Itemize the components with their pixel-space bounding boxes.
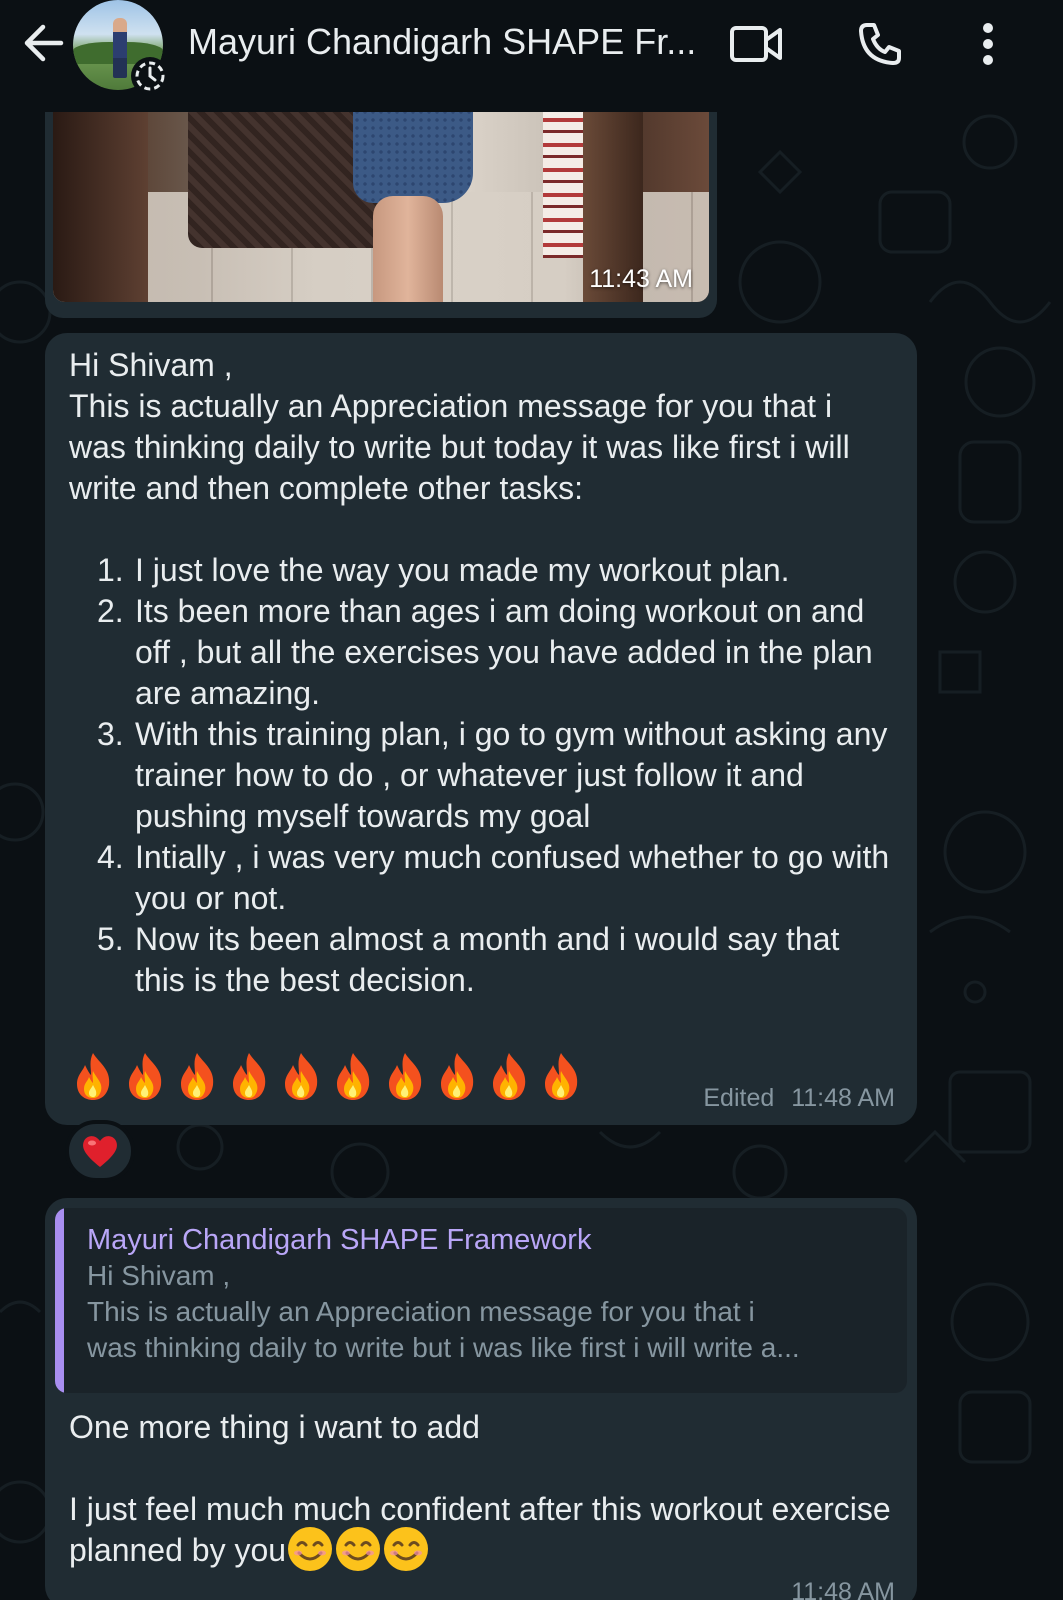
- message-intro: This is actually an Appreciation message…: [69, 388, 850, 506]
- list-item: 1. I just love the way you made my workou…: [69, 550, 895, 591]
- photo-attachment[interactable]: 11:43 AM: [53, 108, 709, 302]
- message-time: 11:48 AM: [791, 1084, 895, 1112]
- more-options-button[interactable]: [958, 16, 1018, 72]
- message-text: I just feel much much confident after th…: [69, 1489, 893, 1573]
- smiling-face-emoji-icon: [382, 1525, 430, 1573]
- numbered-list: 1. I just love the way you made my workou…: [69, 550, 895, 1001]
- fire-emoji-icon: [69, 1051, 117, 1101]
- smiling-face-emoji-icon: [286, 1525, 334, 1573]
- arrow-left-icon: [24, 24, 64, 62]
- quote-author: Mayuri Chandigarh SHAPE Framework: [87, 1224, 592, 1256]
- video-camera-icon: [730, 26, 782, 62]
- fire-emoji-icon: [277, 1051, 325, 1101]
- message-time: 11:43 AM: [589, 265, 693, 293]
- red-heart-icon: [83, 1136, 117, 1167]
- fire-emoji-row: [69, 1051, 585, 1101]
- message-text: One more thing i want to add: [69, 1409, 480, 1445]
- list-number: 4.: [97, 839, 124, 875]
- list-text: Its been more than ages i am doing worko…: [135, 593, 873, 711]
- fire-emoji-icon: [121, 1051, 169, 1101]
- status-ring-icon: [131, 57, 169, 95]
- edited-label: Edited: [703, 1084, 775, 1112]
- quote-line: was thinking daily to write but i was li…: [87, 1332, 800, 1363]
- smiling-face-emoji-icon: [334, 1525, 382, 1573]
- smile-emoji-row: [286, 1526, 430, 1571]
- reaction-badge[interactable]: [65, 1120, 135, 1182]
- list-item: 2. Its been more than ages i am doing wor…: [69, 591, 895, 714]
- contact-name[interactable]: Mayuri Chandigarh SHAPE Fr...: [188, 18, 696, 66]
- quote-line: This is actually an Appreciation message…: [87, 1296, 755, 1327]
- fire-emoji-icon: [173, 1051, 221, 1101]
- quote-line: Hi Shivam ,: [87, 1260, 231, 1291]
- list-item: 5. Now its been almost a month and i woul…: [69, 919, 895, 1001]
- list-item: 3. With this training plan, i go to gym w…: [69, 714, 895, 837]
- list-item: 4. Intially , i was very much confused wh…: [69, 837, 895, 919]
- phone-icon: [859, 23, 901, 65]
- chat-header: Mayuri Chandigarh SHAPE Fr...: [0, 0, 1063, 112]
- image-message[interactable]: 11:43 AM: [45, 100, 717, 318]
- fire-emoji-icon: [329, 1051, 377, 1101]
- video-call-button[interactable]: [726, 16, 786, 72]
- quoted-message[interactable]: Mayuri Chandigarh SHAPE Framework Hi Shi…: [55, 1208, 907, 1393]
- fire-emoji-icon: [537, 1051, 585, 1101]
- list-text: I just love the way you made my workout …: [135, 552, 790, 588]
- voice-call-button[interactable]: [850, 16, 910, 72]
- list-number: 5.: [97, 921, 124, 957]
- list-text: Now its been almost a month and i would …: [135, 921, 840, 998]
- more-vertical-icon: [983, 23, 993, 65]
- fire-emoji-icon: [225, 1051, 273, 1101]
- message-meta: Edited 11:48 AM: [703, 1084, 895, 1113]
- back-button[interactable]: [18, 18, 68, 68]
- message-time: 11:48 AM: [791, 1578, 895, 1600]
- message-greeting: Hi Shivam ,: [69, 347, 233, 383]
- reply-message-bubble[interactable]: Mayuri Chandigarh SHAPE Framework Hi Shi…: [45, 1198, 917, 1600]
- list-number: 3.: [97, 716, 124, 752]
- message-text-content: I just feel much much confident after th…: [69, 1491, 891, 1568]
- fire-emoji-icon: [485, 1051, 533, 1101]
- list-number: 2.: [97, 593, 124, 629]
- list-number: 1.: [97, 552, 124, 588]
- message-bubble[interactable]: Hi Shivam , This is actually an Apprecia…: [45, 333, 917, 1125]
- list-text: With this training plan, i go to gym wit…: [135, 716, 888, 834]
- fire-emoji-icon: [381, 1051, 429, 1101]
- list-text: Intially , i was very much confused whet…: [135, 839, 890, 916]
- fire-emoji-icon: [433, 1051, 481, 1101]
